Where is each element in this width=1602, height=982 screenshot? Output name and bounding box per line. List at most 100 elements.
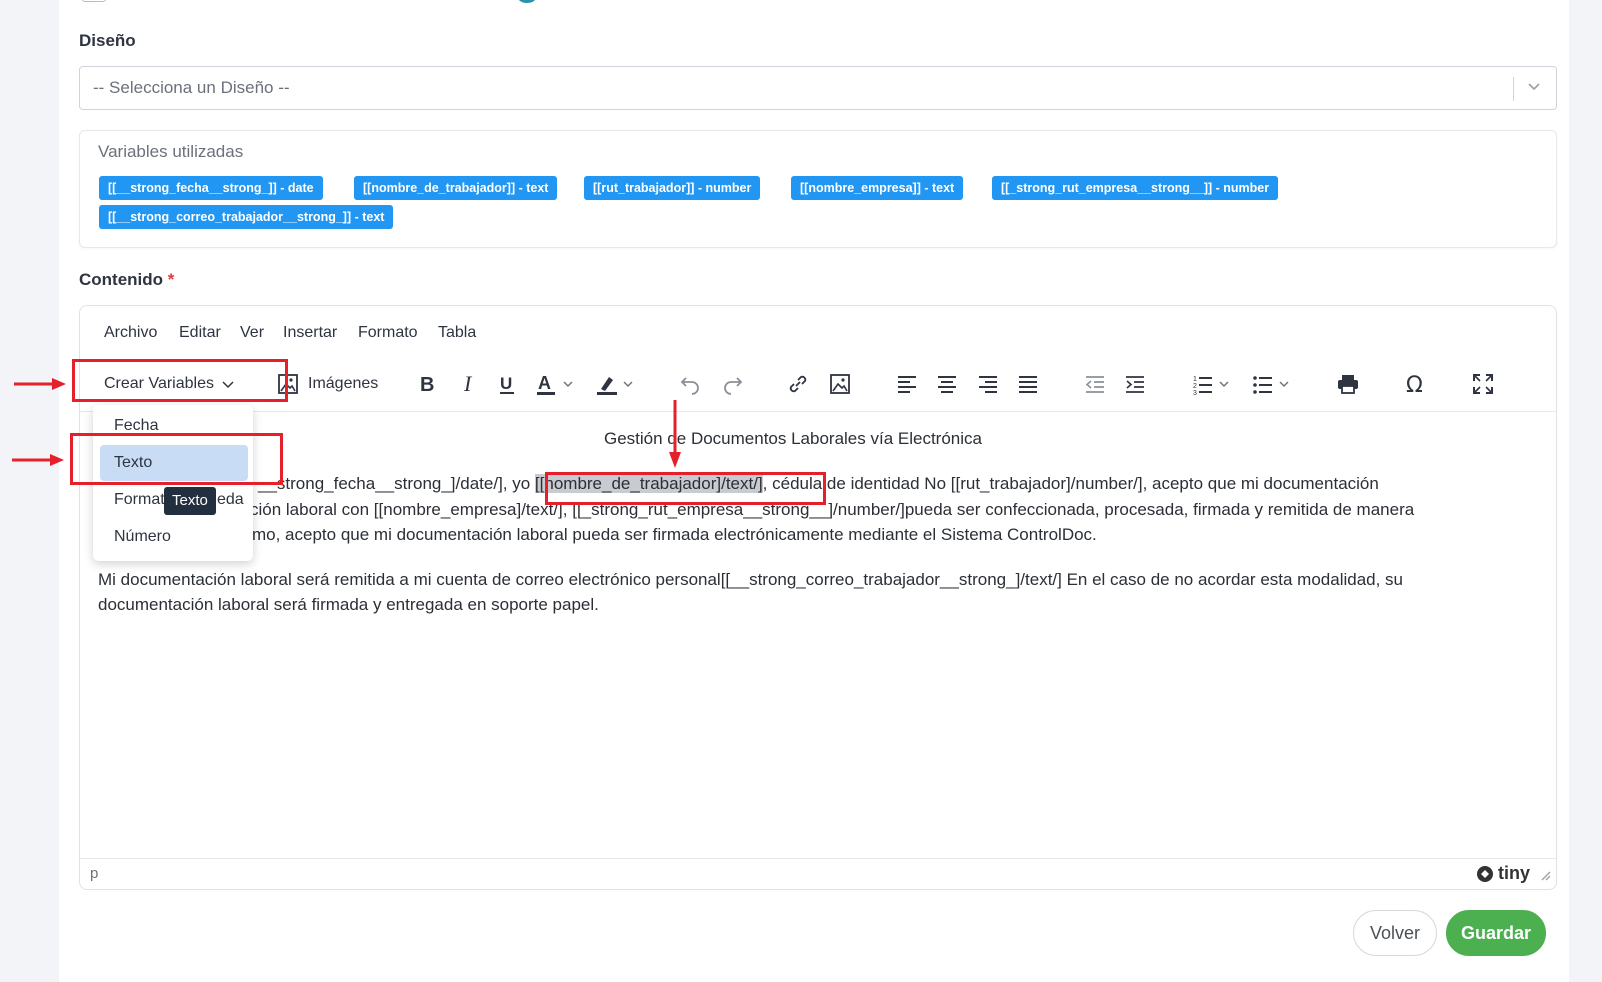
design-select-placeholder: -- Selecciona un Diseño -- [93,78,290,97]
content-label: Contenido * [79,270,174,290]
menu-ver[interactable]: Ver [240,324,264,342]
menu-editar[interactable]: Editar [179,324,221,342]
text-run: __strong_fecha__strong_]/date/], yo [258,474,535,493]
align-left-icon [898,376,916,393]
align-right-icon [979,376,997,393]
underline-icon: U [500,374,514,394]
align-right-button[interactable] [977,370,999,398]
underline-button[interactable]: U [496,370,518,398]
image-icon [278,374,298,394]
outdent-icon [1085,376,1104,393]
paragraph-line: documentación laboral será firmada y ent… [98,595,599,614]
svg-text:3: 3 [1193,390,1197,395]
fullscreen-button[interactable] [1472,370,1494,398]
image-icon [830,374,850,394]
highlight-color-button[interactable] [596,370,640,398]
editor-content[interactable]: Gestión de Documentos Laborales vía Elec… [80,412,1556,844]
chevron-down-icon [222,381,234,389]
link-button[interactable] [786,370,810,398]
redo-button[interactable] [721,370,745,398]
select-separator [1513,77,1514,101]
variables-panel: Variables utilizadas [[__strong_fecha__s… [79,130,1557,248]
menu-item-suffix: eda [217,491,244,508]
align-center-button[interactable] [936,370,958,398]
variable-chip: [[rut_trabajador]] - number [584,176,761,200]
back-button[interactable]: Volver [1353,910,1437,956]
indent-button[interactable] [1124,370,1146,398]
element-path[interactable]: p [90,865,98,882]
highlighter-icon [597,377,633,395]
print-button[interactable] [1336,370,1360,398]
svg-text:1: 1 [1193,376,1197,383]
design-label: Diseño [79,31,136,50]
numbered-list-button[interactable]: 123 [1192,370,1238,398]
tooltip: Texto [164,487,216,515]
link-icon [789,375,807,393]
bullet-list-button[interactable] [1252,370,1298,398]
menu-item-numero[interactable]: Número [93,519,253,555]
bold-button[interactable]: B [417,370,439,398]
text-run: , cédula de identidad No [[rut_trabajado… [762,474,1379,493]
svg-text:A: A [538,373,551,393]
document-title: Gestión de Documentos Laborales vía Elec… [604,429,982,448]
variable-chip: [[_strong_rut_empresa__strong__]] - numb… [992,176,1279,200]
text-color-icon: A [537,373,573,395]
content-label-text: Contenido [79,270,164,289]
variable-chip: [[__strong_correo_trabajador__strong_]] … [99,205,394,229]
paragraph-line: __strong_fecha__strong_]/date/], yo [[no… [258,471,1379,497]
variable-chip: [[nombre_de_trabajador]] - text [354,176,558,200]
menu-item-texto[interactable]: Texto [100,445,248,481]
variable-chip: [[__strong_fecha__strong_]] - date [99,176,323,200]
svg-text:I: I [463,372,473,396]
editor-menubar: Archivo Editar Ver Insertar Formato Tabl… [80,306,1556,356]
omega-icon: Ω [1406,373,1423,396]
undo-icon [680,377,699,395]
svg-text:Ω: Ω [1406,373,1423,396]
menu-formato[interactable]: Formato [358,324,418,342]
tiny-logo-text: tiny [1497,863,1530,883]
undo-button[interactable] [678,370,702,398]
svg-text:B: B [420,374,434,396]
paragraph-line: mo, acepto que mi documentación laboral … [252,525,1097,544]
bullet-list-icon [1253,376,1289,394]
images-button[interactable]: Imágenes [276,370,378,398]
tiny-logo[interactable]: tiny [1476,863,1530,884]
printer-icon [1338,375,1358,394]
align-left-button[interactable] [896,370,918,398]
paragraph-line: Mi documentación laboral será remitida a… [98,570,1404,589]
arrow-right-icon [12,454,64,466]
align-center-icon [938,376,956,393]
bold-icon: B [420,374,434,396]
selected-variable-text: [[nombre_de_trabajador]/text/] [534,474,763,493]
save-button[interactable]: Guardar [1446,910,1546,956]
required-mark: * [167,270,175,289]
text-color-button[interactable]: A [536,370,580,398]
italic-icon: I [463,372,473,396]
numbered-list-icon: 123 [1193,376,1229,395]
design-select[interactable]: -- Selecciona un Diseño -- [79,66,1557,110]
justify-icon [1019,376,1037,393]
special-character-button[interactable]: Ω [1404,370,1428,398]
rich-text-editor: Archivo Editar Ver Insertar Formato Tabl… [79,305,1557,890]
create-variables-button[interactable]: Crear Variables [104,370,236,398]
italic-button[interactable]: I [458,370,480,398]
outdent-button[interactable] [1084,370,1106,398]
menu-archivo[interactable]: Archivo [104,324,157,342]
svg-text:2: 2 [1193,383,1197,390]
fullscreen-icon [1473,374,1493,394]
checkbox-cropped[interactable] [82,0,106,2]
insert-image-button[interactable] [828,370,852,398]
variables-title: Variables utilizadas [98,142,244,161]
editor-toolbar: Crear Variables Imágenes B I U A 123 Ω [80,356,1556,412]
variable-chip: [[nombre_empresa]] - text [791,176,964,200]
images-label: Imágenes [308,375,379,392]
redo-icon [724,377,743,395]
chevron-down-icon[interactable] [1524,76,1544,96]
menu-item-fecha[interactable]: Fecha [93,408,253,444]
justify-button[interactable] [1017,370,1039,398]
menu-insertar[interactable]: Insertar [283,324,337,342]
create-variables-label: Crear Variables [104,375,214,392]
menu-tabla[interactable]: Tabla [438,324,476,342]
svg-text:U: U [500,374,512,393]
resize-handle-icon[interactable] [1539,869,1551,881]
